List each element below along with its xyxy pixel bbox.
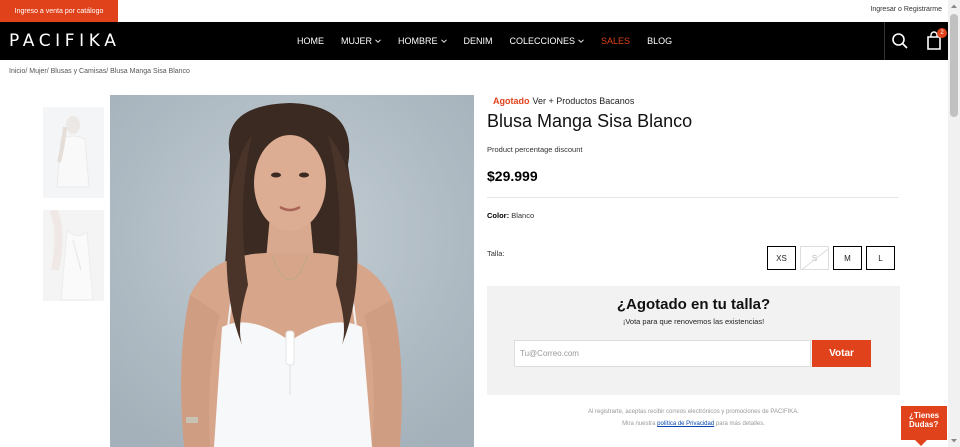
chevron-down-icon [375,39,381,43]
restock-title: ¿Agotado en tu talla? [616,296,771,313]
nav-item-home[interactable]: HOME [297,36,324,46]
scroll-down-arrow-icon[interactable] [948,435,960,447]
search-button[interactable] [890,31,910,51]
main-navbar: PACIFIKA HOME MUJER HOMBRE DENIM COLECCI… [0,22,948,60]
nav-item-label: SALES [601,36,631,46]
email-field[interactable] [514,340,811,367]
help-chat-button[interactable]: ¿Tienes Dudas? [901,406,947,446]
more-products-link[interactable]: Ver + Productos Bacanos [533,96,635,106]
product-title: Blusa Manga Sisa Blanco [487,111,693,131]
stock-status-line: Agotado Ver + Productos Bacanos [493,96,634,106]
nav-item-sales[interactable]: SALES [601,36,630,46]
size-selector: XS S M L [767,246,899,270]
nav-item-label: HOME [297,36,324,46]
top-utility-bar: Ingreso a venta por catálogo Ingresar o … [0,0,948,22]
product-price: $29.999 [487,168,538,184]
chevron-down-icon [440,39,447,43]
nav-item-hombre[interactable]: HOMBRE [398,36,447,46]
search-icon [892,33,908,49]
main-menu: HOME MUJER HOMBRE DENIM COLECCIONES SALE… [297,22,689,60]
catalog-sale-button[interactable]: Ingreso a venta por catálogo [0,0,118,22]
register-link[interactable]: Registrarme [904,6,942,13]
nav-item-label: MUJER [341,36,372,46]
help-line-2: Dudas? [909,420,939,429]
nav-item-blog[interactable]: BLOG [647,36,672,46]
auth-separator: o [898,6,902,13]
nav-item-label: HOMBRE [398,36,438,46]
size-option-s[interactable]: S [800,246,829,270]
auth-links: Ingresar o Registrarme [870,6,942,13]
nav-item-colecciones[interactable]: COLECCIONES [510,36,585,46]
thumbnail-image [43,210,104,301]
cart-count-badge: 2 [937,28,947,38]
privacy-prefix: Mira nuestra [622,421,656,427]
breadcrumb-mujer[interactable]: Mujer [29,68,47,75]
nav-item-label: COLECCIONES [509,36,576,46]
privacy-text: Mira nuestra política de Privacidad para… [487,421,900,427]
nav-item-label: DENIM [463,36,493,46]
product-photo [110,95,474,447]
privacy-policy-link[interactable]: política de Privacidad [657,421,714,427]
size-option-m[interactable]: M [833,246,862,270]
size-option-xs[interactable]: XS [767,246,796,270]
nav-item-denim[interactable]: DENIM [464,36,493,46]
chevron-down-icon [578,39,584,43]
nav-divider [884,22,885,60]
product-thumbnail-1[interactable] [43,107,104,198]
breadcrumb-blusas[interactable]: Blusas y Camisas [51,68,107,75]
nav-item-mujer[interactable]: MUJER [341,36,381,46]
scrollbar-thumb[interactable] [950,14,958,117]
restock-subtitle: ¡Vota para que renovemos las existencias… [622,317,765,326]
divider [487,197,899,198]
breadcrumb-current: Blusa Manga Sisa Blanco [110,68,190,75]
product-main-image[interactable] [110,95,474,447]
breadcrumb-home[interactable]: Inicio [9,68,25,75]
size-option-l[interactable]: L [866,246,895,270]
brand-logo[interactable]: PACIFIKA [9,31,120,51]
breadcrumb: Inicio/ Mujer/ Blusas y Camisas/ Blusa M… [9,68,190,75]
privacy-suffix: para más detalles. [715,421,765,427]
product-thumbnail-2[interactable] [43,210,104,301]
soldout-label: Agotado [493,96,530,106]
help-line-1: ¿Tienes [909,411,940,420]
legal-text: Al registrarte, aceptas recibir correos … [588,409,799,415]
color-value: Blanco [511,211,535,220]
page-scrollbar[interactable] [948,0,960,447]
color-label: Color: [487,211,510,220]
scroll-up-arrow-icon[interactable] [948,0,960,12]
size-label: Talla: [487,249,505,258]
restock-vote-box: ¿Agotado en tu talla? ¡Vota para que ren… [487,286,900,395]
nav-item-label: BLOG [647,36,673,46]
color-info: Color: Blanco [487,211,534,220]
thumbnail-image [43,107,104,198]
login-link[interactable]: Ingresar [870,6,896,13]
discount-text: Product percentage discount [487,145,583,154]
vote-button[interactable]: Votar [812,340,871,367]
